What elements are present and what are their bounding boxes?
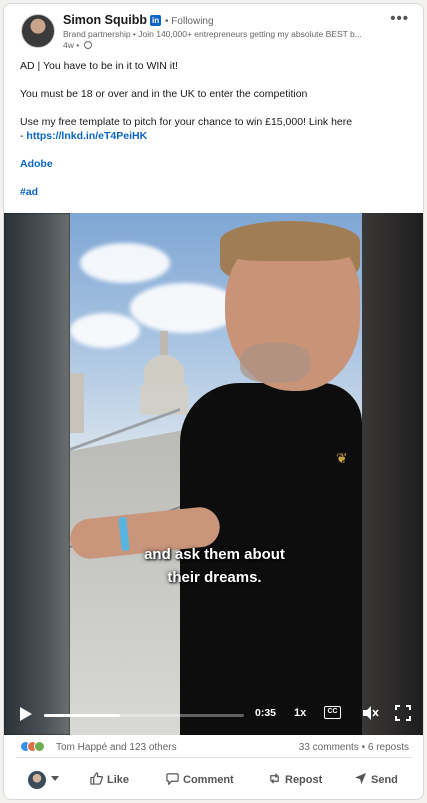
person-beard xyxy=(240,343,310,383)
like-label: Like xyxy=(107,774,130,786)
video-blur-left xyxy=(4,213,70,735)
send-label: Send xyxy=(371,774,398,786)
cloud xyxy=(70,313,140,348)
time-remaining: 0:35 xyxy=(255,707,277,719)
cathedral-base xyxy=(140,385,188,415)
post-age: 4w • xyxy=(63,40,92,50)
post-line-3-text: Use my free template to pitch for your c… xyxy=(20,116,353,128)
shirt-logo-icon: ❦ xyxy=(336,450,348,466)
chevron-down-icon[interactable] xyxy=(51,776,59,781)
captions-icon[interactable]: CC xyxy=(324,706,341,719)
divider xyxy=(16,757,413,758)
post-age-text: 4w • xyxy=(63,40,80,50)
video-player[interactable]: ❦ and ask them about their dreams. 0:35 … xyxy=(4,213,423,735)
cloud xyxy=(130,283,240,333)
post-link[interactable]: https://lnkd.in/eT4PeiHK xyxy=(26,130,147,142)
caption-line-2: their dreams. xyxy=(167,569,262,586)
author-tagline: Brand partnership • Join 140,000+ entrep… xyxy=(63,29,362,39)
mute-icon[interactable] xyxy=(361,704,379,722)
action-bar: Like Comment Repost Send xyxy=(4,764,423,798)
person-hair-top xyxy=(220,221,360,261)
thumbs-up-icon xyxy=(90,772,103,785)
repost-icon xyxy=(270,773,279,784)
linkedin-premium-icon: in xyxy=(150,15,162,26)
post-line-1: AD | You have to be in it to WIN it! xyxy=(20,60,178,72)
caption-line-1: and ask them about xyxy=(144,546,285,563)
author-avatar[interactable] xyxy=(21,14,55,48)
post-text: AD | You have to be in it to WIN it! You… xyxy=(20,59,412,213)
repost-label: Repost xyxy=(285,774,323,786)
comment-button[interactable]: Comment xyxy=(166,772,234,786)
comment-icon xyxy=(166,773,179,785)
like-button[interactable]: Like xyxy=(90,772,129,786)
author-name-row: Simon Squibb in • Following xyxy=(63,13,214,27)
comments-reposts-count[interactable]: 33 comments • 6 reposts xyxy=(299,742,409,753)
playback-speed-button[interactable]: 1x xyxy=(294,707,306,719)
video-blur-right xyxy=(362,213,423,735)
follow-status: • Following xyxy=(165,16,214,27)
video-frame: ❦ xyxy=(70,213,362,735)
post-line-3: Use my free template to pitch for your c… xyxy=(20,115,412,143)
hashtag-link[interactable]: #ad xyxy=(20,186,38,198)
dome-lantern xyxy=(160,331,168,357)
fullscreen-icon[interactable] xyxy=(395,705,411,721)
more-options-icon[interactable]: ••• xyxy=(390,10,409,27)
globe-icon xyxy=(83,41,92,49)
mention-link[interactable]: Adobe xyxy=(20,158,53,170)
video-controls: 0:35 1x CC xyxy=(4,695,423,735)
cloud xyxy=(80,243,170,283)
send-button[interactable]: Send xyxy=(354,772,398,786)
post-line-2: You must be 18 or over and in the UK to … xyxy=(20,88,308,100)
post-header: Simon Squibb in • Following Brand partners… xyxy=(4,4,423,56)
play-icon[interactable] xyxy=(20,707,32,721)
video-caption: and ask them about their dreams. xyxy=(4,543,423,589)
repost-button[interactable]: Repost xyxy=(268,772,322,786)
post-card: Simon Squibb in • Following Brand partners… xyxy=(3,3,424,800)
progress-bar[interactable] xyxy=(44,714,244,717)
social-counts: Tom Happé and 123 others 33 comments • 6… xyxy=(4,735,423,757)
viewer-avatar[interactable] xyxy=(28,771,46,789)
progress-fill xyxy=(44,714,120,717)
church-tower xyxy=(70,373,84,433)
reaction-icons[interactable] xyxy=(20,741,45,753)
send-icon xyxy=(354,772,367,785)
author-name[interactable]: Simon Squibb xyxy=(63,13,147,27)
reactors-text[interactable]: Tom Happé and 123 others xyxy=(56,742,177,753)
comment-label: Comment xyxy=(183,774,234,786)
support-reaction-icon xyxy=(34,741,45,752)
